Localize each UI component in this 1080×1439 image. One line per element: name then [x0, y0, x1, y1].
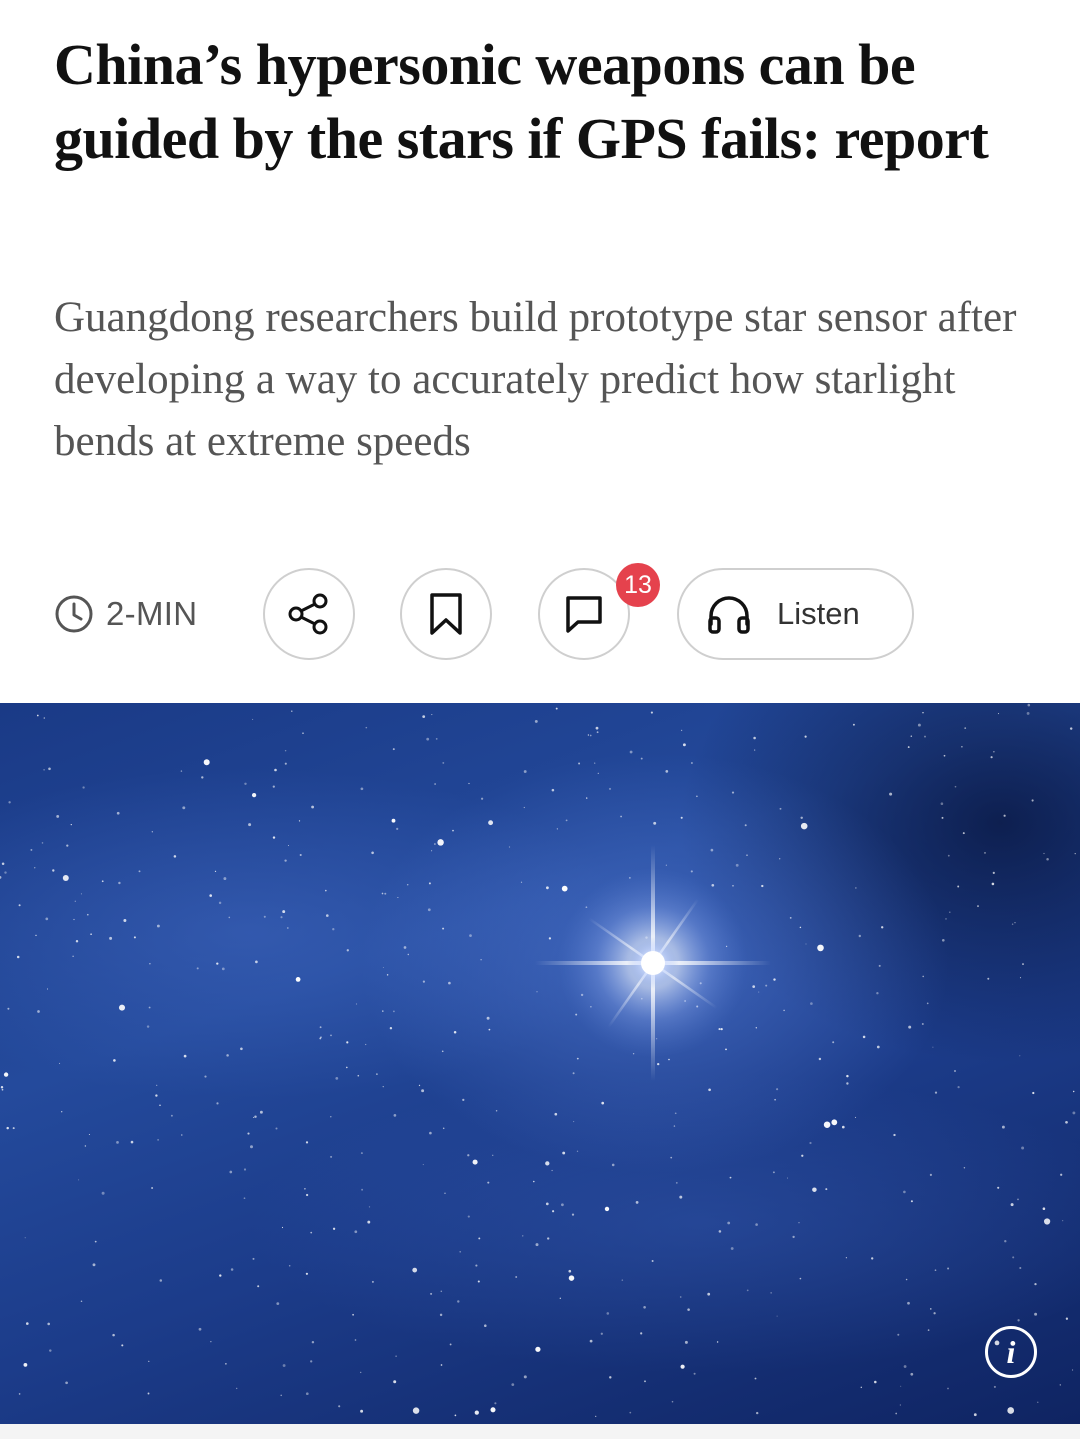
bottom-divider — [0, 1424, 1080, 1439]
share-button[interactable] — [263, 568, 355, 660]
bookmark-icon — [423, 589, 469, 639]
article-toolbar: 2-MIN 13 Listen — [0, 560, 1080, 670]
headphones-icon — [705, 592, 753, 636]
listen-label: Listen — [777, 596, 860, 631]
listen-button[interactable]: Listen — [677, 568, 914, 660]
bookmark-button[interactable] — [400, 568, 492, 660]
starfield-graphic — [0, 703, 1076, 1418]
hero-image: i — [0, 703, 1080, 1424]
read-time: 2-MIN — [54, 592, 197, 636]
share-icon — [284, 589, 334, 639]
comment-icon — [559, 589, 609, 639]
bright-star — [535, 845, 771, 1081]
article-header: China’s hypersonic weapons can be guided… — [0, 0, 1080, 703]
clock-icon — [54, 594, 94, 634]
image-info-button[interactable]: i — [985, 1326, 1037, 1378]
article-subheadline: Guangdong researchers build prototype st… — [54, 294, 1017, 465]
read-time-label: 2-MIN — [106, 595, 198, 632]
article-headline: China’s hypersonic weapons can be guided… — [54, 32, 989, 171]
comment-count-badge: 13 — [616, 563, 660, 607]
